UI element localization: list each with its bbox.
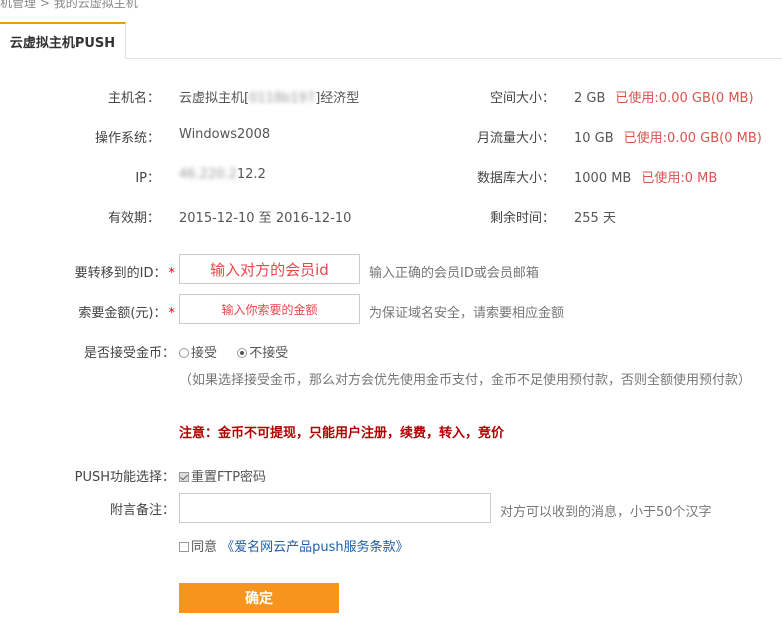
breadcrumb: 机管理 > 我的云虚拟主机 bbox=[0, 0, 138, 11]
ip-masked: 46.220.2 bbox=[179, 167, 237, 182]
breadcrumb-separator: > bbox=[39, 0, 50, 10]
agree-label: 同意 bbox=[191, 540, 218, 555]
os-label: 操作系统： bbox=[94, 131, 160, 146]
amount-label: 索要金额(元)： * bbox=[78, 306, 176, 321]
db-value: 1000 MB 已使用:0 MB bbox=[574, 171, 718, 186]
traffic-label: 月流量大小： bbox=[476, 131, 555, 146]
required-mark: * bbox=[168, 306, 176, 321]
amount-annotation: 输入你索要的金额 bbox=[221, 302, 318, 317]
checkbox-checked-icon bbox=[179, 472, 189, 482]
validity-label: 有效期： bbox=[107, 211, 160, 226]
host-name-masked: 0118b197 bbox=[249, 91, 316, 106]
ip-value: 46.220.212.2 bbox=[179, 167, 266, 182]
remark-input[interactable] bbox=[179, 493, 491, 523]
target-id-label: 要转移到的ID： * bbox=[74, 266, 176, 281]
os-value: Windows2008 bbox=[179, 127, 271, 142]
tab-cloud-host-push[interactable]: 云虚拟主机PUSH bbox=[0, 22, 126, 58]
gold-options: 接受 不接受 bbox=[179, 342, 288, 361]
traffic-used: 已使用:0.00 GB(0 MB) bbox=[623, 131, 762, 146]
remaining-value: 255 天 bbox=[574, 211, 616, 226]
gold-warning: 注意：金币不可提现，只能用户注册，续费，转入，竞价 bbox=[179, 426, 505, 441]
gold-reject-radio[interactable]: 不接受 bbox=[237, 346, 288, 361]
remark-hint: 对方可以收到的消息，小于50个汉字 bbox=[500, 505, 712, 520]
breadcrumb-parent[interactable]: 机管理 bbox=[0, 0, 36, 10]
space-label: 空间大小： bbox=[489, 91, 555, 106]
gold-label: 是否接受金币： bbox=[83, 346, 175, 361]
amount-input[interactable]: 输入你索要的金额 bbox=[179, 294, 360, 324]
target-id-hint: 输入正确的会员ID或会员邮箱 bbox=[369, 266, 539, 281]
push-func-reset-ftp[interactable]: 重置FTP密码 bbox=[179, 466, 266, 485]
traffic-value: 10 GB 已使用:0.00 GB(0 MB) bbox=[574, 131, 762, 146]
space-value: 2 GB 已使用:0.00 GB(0 MB) bbox=[574, 91, 754, 106]
target-id-input[interactable]: 输入对方的会员id bbox=[179, 254, 360, 284]
validity-value: 2015-12-10 至 2016-12-10 bbox=[179, 211, 352, 226]
breadcrumb-current: 我的云虚拟主机 bbox=[53, 0, 138, 10]
ip-label: IP： bbox=[135, 171, 160, 186]
radio-icon bbox=[179, 348, 189, 358]
gold-note: （如果选择接受金币，那么对方会优先使用金币支付，金币不足使用预付款，否则全额使用… bbox=[179, 373, 752, 388]
agree-checkbox[interactable] bbox=[179, 542, 189, 552]
gold-accept-radio[interactable]: 接受 bbox=[179, 346, 217, 361]
db-label: 数据库大小： bbox=[476, 171, 555, 186]
db-used: 已使用:0 MB bbox=[641, 171, 718, 186]
remaining-label: 剩余时间： bbox=[489, 211, 555, 226]
amount-hint: 为保证域名安全，请索要相应金额 bbox=[369, 306, 565, 321]
host-name-value: 云虚拟主机[0118b197]经济型 bbox=[179, 91, 360, 106]
radio-selected-icon bbox=[237, 348, 248, 358]
push-func-label: PUSH功能选择： bbox=[74, 470, 175, 485]
terms-link[interactable]: 《爱名网云产品push服务条款》 bbox=[221, 540, 409, 555]
target-id-annotation: 输入对方的会员id bbox=[210, 260, 329, 279]
space-used: 已使用:0.00 GB(0 MB) bbox=[615, 91, 754, 106]
submit-button[interactable]: 确定 bbox=[179, 583, 339, 613]
agree-terms: 同意 《爱名网云产品push服务条款》 bbox=[179, 536, 409, 555]
required-mark: * bbox=[168, 266, 176, 281]
remark-label: 附言备注： bbox=[109, 503, 175, 518]
tab-bar: 云虚拟主机PUSH bbox=[0, 22, 782, 59]
host-name-label: 主机名： bbox=[107, 91, 160, 106]
